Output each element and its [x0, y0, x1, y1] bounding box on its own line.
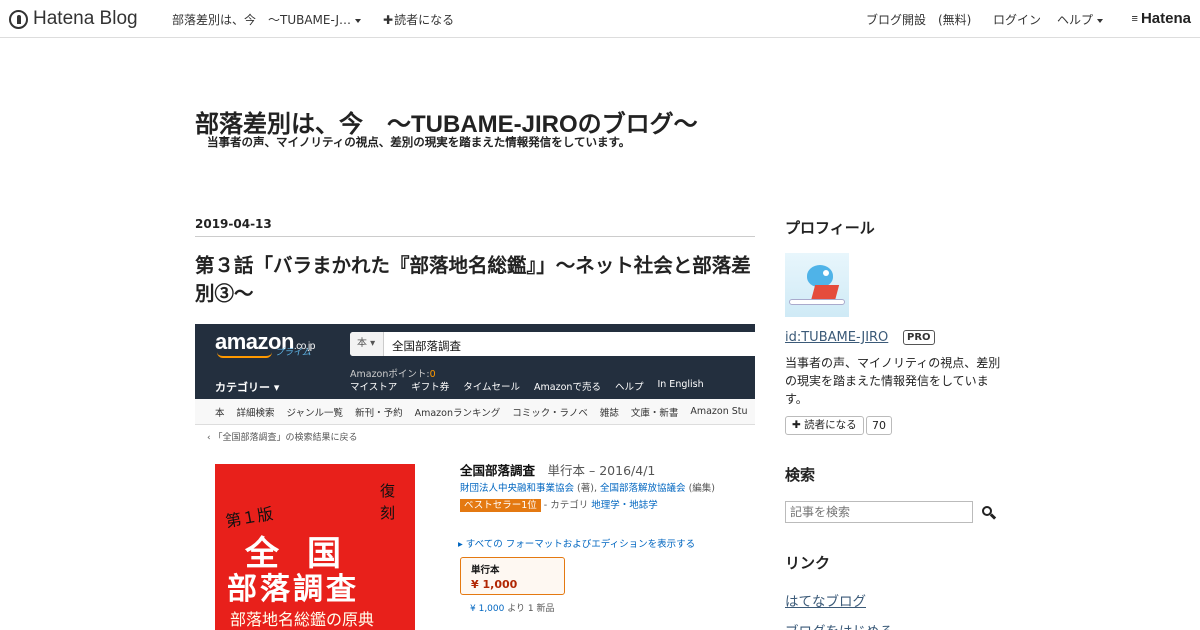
bird-icon: [807, 265, 833, 287]
amazon-product-authors: 財団法人中央融和事業協会 (著), 全国部落解放協議会 (編集): [460, 480, 715, 494]
amazon-price-label: 単行本: [471, 565, 500, 576]
entry-image-amazon-screenshot: amazon.co.jp プライム 本 ▾ 全国部落調査 Amazonポイント:…: [195, 324, 755, 630]
amazon-back-link: ‹ 「全国部落調査」の検索結果に戻る: [207, 433, 358, 443]
amazon-nav-link: ヘルプ: [614, 382, 644, 393]
hatena-pen-icon: [9, 9, 28, 29]
blog-description: 当事者の声、マイノリティの視点、差別の現実を踏まえた情報発信をしています。: [207, 135, 631, 149]
book-cover-reprint: 復刻: [380, 482, 396, 522]
blog-dropdown[interactable]: 部落差別は、今 ～TUBAME-J…: [172, 11, 362, 28]
amazon-other-offers: ¥ 1,000 より 1 新品: [470, 601, 555, 614]
entry-title[interactable]: 第３話「バラまかれた『部落地名総鑑』」～ネット社会と部落差別③～: [195, 252, 760, 308]
chevron-down-icon: [1097, 18, 1104, 23]
amazon-prime-label: プライム: [275, 348, 311, 358]
link-start-blog[interactable]: ブログをはじめる: [785, 620, 893, 630]
plus-icon: ✚: [792, 419, 801, 431]
amazon-subnav-item: 本: [215, 407, 225, 419]
amazon-subnav: 本 詳細検索 ジャンル一覧 新刊・予約 Amazonランキング コミック・ラノベ…: [195, 399, 755, 425]
amazon-nav-link: In English: [657, 379, 704, 390]
amazon-used-suffix: より 1 新品: [507, 604, 555, 614]
amazon-product-format: 単行本 – 2016/4/1: [547, 463, 656, 478]
amazon-search-query: 全国部落調査: [392, 339, 461, 353]
bestseller-badge: ベストセラー1位: [460, 499, 541, 512]
amazon-subnav-item: 詳細検索: [236, 407, 275, 419]
help-label: ヘルプ: [1057, 13, 1094, 27]
book-cover-line3: 部落地名総鑑の原典: [230, 610, 375, 629]
amazon-author-role-1: (著),: [577, 483, 597, 494]
profile-description: 当事者の声、マイノリティの視点、差別の現実を踏まえた情報発信をしています。: [785, 356, 1001, 406]
amazon-nav-link: タイムセール: [463, 382, 521, 393]
amazon-subnav-item: ジャンル一覧: [286, 407, 344, 419]
amazon-product-title: 全国部落調査 単行本 – 2016/4/1: [460, 460, 655, 479]
profile-heading: プロフィール: [785, 220, 875, 237]
search-icon-handle: [989, 513, 997, 520]
blog-dropdown-label: 部落差別は、今 ～TUBAME-J…: [172, 13, 352, 27]
laptop-base: [789, 299, 845, 305]
hatena-topbar: Hatena Blog 部落差別は、今 ～TUBAME-J… ✚読者になる ブロ…: [0, 0, 1200, 38]
amazon-points: Amazonポイント:0: [350, 366, 436, 380]
amazon-subnav-item: コミック・ラノベ: [512, 407, 588, 419]
amazon-bestseller-row: ベストセラー1位 - カテゴリ 地理学・地誌学: [460, 497, 658, 512]
plus-icon: ✚: [383, 13, 394, 27]
amazon-search-box: 本 ▾ 全国部落調査: [350, 332, 755, 356]
amazon-nav-bar: amazon.co.jp プライム 本 ▾ 全国部落調査 Amazonポイント:…: [195, 324, 755, 399]
open-blog-link[interactable]: ブログ開設 (無料): [866, 11, 971, 28]
hatena-brand-text: Hatena: [1140, 10, 1191, 27]
amazon-smile-icon: [217, 352, 272, 358]
chevron-down-icon: [355, 18, 362, 23]
subscribe-button[interactable]: ✚ 読者になる: [785, 416, 864, 435]
amazon-nav-links: マイストア ギフト券 タイムセール Amazonで売る ヘルプ In Engli…: [350, 379, 704, 393]
amazon-subnav-item: 雑誌: [599, 407, 619, 419]
amazon-editions-link: ▸ すべての フォーマットおよびエディションを表示する: [458, 539, 696, 550]
search-button[interactable]: [981, 505, 997, 521]
amazon-nav-link: ギフト券: [411, 382, 450, 393]
amazon-used-price: ¥ 1,000: [470, 604, 505, 614]
profile-id-link[interactable]: id:TUBAME-JIRO: [785, 330, 888, 345]
entry-date[interactable]: 2019-04-13: [195, 217, 272, 231]
amazon-category-menu: カテゴリー ▾: [215, 381, 280, 394]
amazon-subnav-item: Amazon Stu: [690, 406, 748, 417]
amazon-author-role-2: (編集): [688, 483, 715, 494]
book-cover-line2: 部落調査: [227, 572, 359, 607]
links-heading: リンク: [785, 555, 831, 572]
amazon-subnav-item: 新刊・予約: [355, 407, 403, 419]
hatena-blog-logo[interactable]: Hatena Blog: [9, 7, 138, 31]
pro-badge: PRO: [903, 330, 935, 345]
subscribe-link-label: 読者になる: [394, 13, 455, 27]
amazon-product-name: 全国部落調査: [460, 463, 536, 478]
link-hatena-blog[interactable]: はてなブログ: [785, 590, 866, 610]
amazon-nav-link: Amazonで売る: [534, 382, 601, 393]
amazon-category-label: カテゴリー: [215, 381, 270, 394]
bird-eye: [823, 270, 829, 276]
help-dropdown[interactable]: ヘルプ: [1057, 11, 1104, 28]
search-input[interactable]: [785, 501, 973, 523]
amazon-author-1: 財団法人中央融和事業協会: [460, 483, 575, 494]
subscriber-count: 70: [866, 416, 892, 435]
hatena-brand-logo[interactable]: ≡ Hatena: [1132, 10, 1191, 27]
amazon-subnav-item: 文庫・新書: [630, 407, 679, 419]
amazon-subnav-item: Amazonランキング: [414, 407, 501, 419]
search-heading: 検索: [785, 467, 816, 484]
amazon-search-category: 本 ▾: [350, 332, 384, 356]
amazon-price: ¥ 1,000: [471, 578, 518, 591]
divider: [195, 236, 755, 237]
hatena-blog-logo-text: Hatena Blog: [33, 8, 138, 29]
book-cover: 第１版 復刻 全国 部落調査 部落地名総鑑の原典: [215, 464, 415, 630]
subscribe-button-label: 読者になる: [804, 419, 857, 431]
profile-avatar[interactable]: [785, 253, 849, 317]
amazon-nav-link: マイストア: [350, 382, 398, 393]
subscribe-link[interactable]: ✚読者になる: [383, 11, 454, 28]
amazon-search-category-label: 本: [357, 338, 367, 349]
amazon-category-prefix: - カテゴリ: [543, 500, 589, 511]
login-link[interactable]: ログイン: [993, 11, 1041, 28]
amazon-author-2: 全国部落解放協議会: [600, 483, 686, 494]
hatena-lines-icon: ≡: [1131, 12, 1139, 25]
amazon-price-box: 単行本 ¥ 1,000: [460, 557, 565, 595]
amazon-category-link: 地理学・地誌学: [591, 500, 658, 511]
